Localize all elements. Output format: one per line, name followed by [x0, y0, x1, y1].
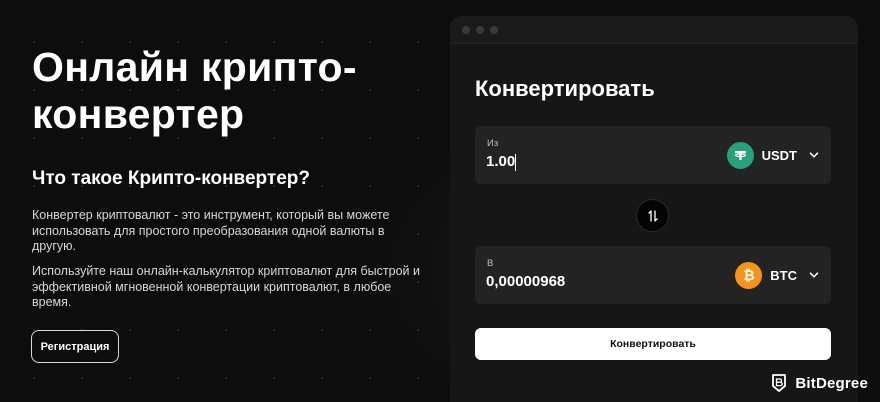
- hero-title-line-2: конвертер: [32, 91, 245, 137]
- converter-title: Конвертировать: [475, 76, 655, 101]
- chevron-down-icon: [809, 152, 819, 158]
- window-dot-icon: [490, 25, 498, 34]
- window-dot-icon: [476, 25, 484, 34]
- section-subtitle: Что такое Крипто-конвертер?: [32, 168, 310, 189]
- chevron-down-icon: [809, 272, 819, 278]
- swap-currencies-button[interactable]: [636, 199, 669, 232]
- from-label: Из: [487, 138, 499, 149]
- from-currency-select[interactable]: USDT: [726, 141, 819, 169]
- svg-text:₿: ₿: [743, 267, 754, 283]
- description-paragraph-1: Конвертер криптовалют - это инструмент, …: [32, 208, 390, 253]
- to-currency-select[interactable]: ₿ BTC: [735, 261, 819, 289]
- hero-title: Онлайн крипто- конвертер: [32, 44, 432, 138]
- register-button[interactable]: Регистрация: [31, 330, 119, 363]
- hero-title-line-1: Онлайн крипто-: [32, 44, 357, 90]
- bitdegree-logo-icon: [772, 374, 787, 392]
- from-amount-input[interactable]: [486, 153, 686, 170]
- bitcoin-icon: ₿: [735, 261, 763, 289]
- to-currency-label: BTC: [770, 267, 797, 283]
- bitdegree-watermark: BitDegree: [769, 372, 868, 394]
- description-paragraph-2: Используйте наш онлайн-калькулятор крипт…: [32, 264, 420, 309]
- from-amount-field[interactable]: Из USDT: [475, 126, 831, 184]
- tether-icon: [726, 141, 754, 169]
- page: Онлайн крипто- конвертер Что такое Крипт…: [0, 0, 880, 402]
- window-dot-icon: [462, 25, 470, 34]
- text-caret: [515, 154, 516, 171]
- swap-arrows-icon: [647, 209, 658, 222]
- to-amount-output[interactable]: [486, 273, 686, 290]
- converter-card: Конвертировать Из USDT: [450, 16, 858, 402]
- convert-button[interactable]: Конвертировать: [475, 328, 831, 360]
- to-label: В: [487, 258, 494, 269]
- from-currency-label: USDT: [761, 147, 797, 163]
- window-titlebar: [450, 16, 858, 44]
- brand-name: BitDegree: [795, 374, 868, 392]
- to-amount-field[interactable]: В ₿ BTC: [475, 246, 831, 304]
